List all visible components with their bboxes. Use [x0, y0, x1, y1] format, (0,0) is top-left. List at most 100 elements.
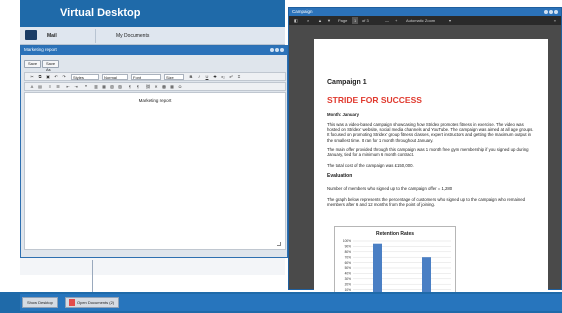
indent-icon[interactable]: ⇥	[73, 84, 79, 90]
previous-page-icon[interactable]: ▲	[318, 17, 322, 24]
pdf-viewer-window: Campaign ◧ ⌕ ▲ ▼ Page 1 of 3 — + Automat…	[288, 7, 562, 307]
page-total: of 3	[362, 18, 369, 23]
size-dropdown[interactable]: Size	[164, 74, 184, 80]
zoom-dropdown[interactable]: Automatic Zoom	[406, 17, 435, 24]
y-tick-label: 50%	[345, 266, 352, 270]
pdf-toolbar: ◧ ⌕ ▲ ▼ Page 1 of 3 — + Automatic Zoom ▾…	[289, 16, 561, 25]
month-line: Month: January	[327, 112, 359, 117]
zoom-out-icon[interactable]: —	[385, 17, 389, 24]
italic-icon[interactable]: I	[196, 74, 202, 80]
editor-window: Marketing report Save Save As ✂ ⧉ ▣ ↶ ↷ …	[20, 45, 288, 258]
bullet-list-icon[interactable]: ☰	[55, 84, 61, 90]
numbered-list-icon[interactable]: ≡	[47, 84, 53, 90]
my-documents-link[interactable]: My Documents	[116, 33, 149, 39]
graph-description: The graph below represents the percentag…	[327, 197, 526, 208]
pdf-window-title: Campaign	[292, 9, 313, 14]
y-tick-label: 20%	[345, 282, 352, 286]
campaign-subheading: STRIDE FOR SUCCESS	[327, 95, 422, 105]
image-icon[interactable]: ▩	[161, 84, 167, 90]
table-icon[interactable]: ▦	[169, 84, 175, 90]
outdent-icon[interactable]: ⇤	[65, 84, 71, 90]
y-tick-label: 30%	[345, 277, 352, 281]
sidebar-toggle-icon[interactable]: ◧	[294, 17, 298, 24]
tools-menu-icon[interactable]: »	[554, 17, 556, 24]
blockquote-icon[interactable]: ❝	[83, 84, 89, 90]
cut-icon[interactable]: ✂	[29, 74, 35, 80]
document-text: Marketing report	[138, 98, 172, 103]
y-tick-label: 60%	[345, 261, 352, 265]
clear-format-icon[interactable]: Ɪ	[236, 74, 242, 80]
mail-label[interactable]: Mail	[47, 33, 57, 39]
signup-count: Number of members who signed up to the c…	[327, 186, 453, 191]
unlink-icon[interactable]: ✕	[153, 84, 159, 90]
superscript-icon[interactable]: x²	[228, 74, 234, 80]
page-label: Page	[338, 18, 348, 23]
close-icon[interactable]	[554, 10, 558, 14]
styles-dropdown[interactable]: Styles	[71, 74, 99, 80]
find-icon[interactable]: ⌕	[307, 17, 309, 24]
format-dropdown[interactable]: Normal	[102, 74, 128, 80]
chart-bar-12-months	[422, 257, 431, 295]
undo-icon[interactable]: ↶	[53, 74, 59, 80]
close-icon[interactable]	[280, 48, 284, 52]
minimize-icon[interactable]	[270, 48, 274, 52]
maximize-icon[interactable]	[275, 48, 279, 52]
copy-icon[interactable]: ⧉	[37, 74, 43, 80]
taskbar: Show Desktop Open Documents (2)	[0, 292, 562, 313]
show-desktop-button[interactable]: Show Desktop	[22, 297, 58, 308]
pdf-scroll-area[interactable]: Campaign 1 STRIDE FOR SUCCESS Month: Jan…	[289, 25, 561, 307]
y-tick-label: 100%	[343, 239, 351, 243]
campaign-cost: The total cost of the campaign was £150,…	[327, 163, 414, 168]
paragraph-toolbar: A ▤ ≡ ☰ ⇤ ⇥ ❝ ▥ ▦ ▧ ▨ ¶ ¶ ⛓ ✕ ▩ ▦ Ω	[24, 82, 286, 91]
editor-window-title: Marketing report	[24, 47, 57, 52]
document-editor-area[interactable]: Marketing report	[24, 92, 286, 250]
align-right-icon[interactable]: ▧	[109, 84, 115, 90]
open-documents-label: Open Documents (2)	[77, 300, 115, 305]
open-documents-button[interactable]: Open Documents (2)	[65, 297, 120, 308]
bold-icon[interactable]: B	[188, 74, 194, 80]
align-center-icon[interactable]: ▦	[101, 84, 107, 90]
next-page-icon[interactable]: ▼	[327, 17, 331, 24]
zoom-in-icon[interactable]: +	[395, 17, 397, 24]
campaign-heading: Campaign 1	[327, 79, 367, 86]
evaluation-heading: Evaluation	[327, 173, 353, 179]
document-icon	[69, 299, 75, 306]
save-button[interactable]: Save	[24, 60, 42, 68]
ltr-icon[interactable]: ¶	[127, 84, 133, 90]
pdf-titlebar[interactable]: Campaign	[289, 8, 561, 16]
align-left-icon[interactable]: ▥	[93, 84, 99, 90]
editor-titlebar[interactable]: Marketing report	[21, 46, 287, 55]
chart-bar-6-months	[373, 243, 382, 295]
rtl-icon[interactable]: ¶	[135, 84, 141, 90]
desktop-title: Virtual Desktop	[60, 7, 141, 19]
subscript-icon[interactable]: x₂	[220, 74, 226, 80]
link-icon[interactable]: ⛓	[145, 84, 151, 90]
background-color-icon[interactable]: ▤	[37, 84, 43, 90]
strikethrough-icon[interactable]: S	[212, 74, 218, 80]
page-number-input[interactable]: 1	[352, 17, 359, 24]
mail-icon[interactable]	[25, 30, 37, 40]
maximize-icon[interactable]	[549, 10, 553, 14]
zoom-chevron-icon[interactable]: ▾	[449, 17, 451, 24]
y-tick-label: 80%	[345, 250, 352, 254]
editor-body: Save Save As ✂ ⧉ ▣ ↶ ↷ Styles Normal Fon…	[21, 55, 287, 257]
y-tick-label: 90%	[345, 245, 352, 249]
underline-icon[interactable]: U	[204, 74, 210, 80]
strip-divider	[95, 29, 96, 43]
pdf-page: Campaign 1 STRIDE FOR SUCCESS Month: Jan…	[314, 39, 548, 307]
minimize-icon[interactable]	[544, 10, 548, 14]
text-color-icon[interactable]: A	[29, 84, 35, 90]
paste-icon[interactable]: ▣	[45, 74, 51, 80]
desktop-divider	[92, 260, 93, 292]
resize-grip-icon[interactable]	[277, 242, 281, 246]
justify-icon[interactable]: ▨	[117, 84, 123, 90]
font-dropdown[interactable]: Font	[131, 74, 161, 80]
desktop-banner: Virtual Desktop	[20, 0, 285, 27]
y-tick-label: 40%	[345, 272, 352, 276]
special-char-icon[interactable]: Ω	[177, 84, 183, 90]
desktop-app-strip: Mail My Documents	[20, 27, 285, 45]
save-as-button[interactable]: Save As	[42, 60, 60, 72]
formatting-toolbar: ✂ ⧉ ▣ ↶ ↷ Styles Normal Font Size B I U …	[24, 72, 286, 81]
taskbar-inner: Show Desktop Open Documents (2)	[20, 294, 562, 311]
redo-icon[interactable]: ↷	[61, 74, 67, 80]
